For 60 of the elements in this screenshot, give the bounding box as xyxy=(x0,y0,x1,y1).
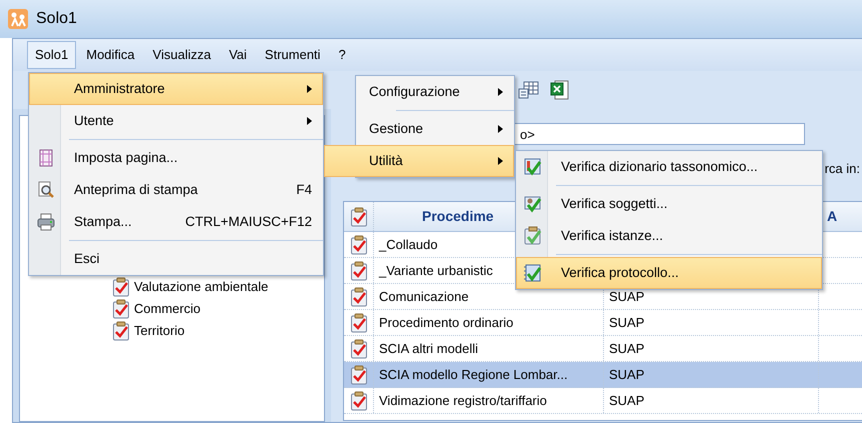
menu-item[interactable]: Amministratore xyxy=(29,73,323,105)
menu-item[interactable]: Verifica dizionario tassonomico... xyxy=(516,151,822,183)
clipboard-check-icon xyxy=(350,260,368,280)
table-cell-text: Procedimento ordinario xyxy=(379,314,514,332)
table-cell-text: SUAP xyxy=(609,314,644,332)
person-check-icon xyxy=(523,194,543,214)
table-cell-text: _Variante urbanistic xyxy=(379,262,493,280)
column-header[interactable]: Procedime xyxy=(422,206,494,227)
menu-item[interactable]: Utente xyxy=(29,105,323,137)
menu-item[interactable]: Verifica istanze... xyxy=(516,220,822,252)
page-setup-icon xyxy=(37,149,55,167)
table-export-icon xyxy=(518,80,540,100)
table-cell-text: SUAP xyxy=(609,392,644,410)
clipboard-check-icon xyxy=(350,234,368,254)
table-cell-text: Vidimazione registro/tariffario xyxy=(379,392,547,410)
table-cell-text: SUAP xyxy=(609,340,644,358)
spreadsheet-icon xyxy=(550,79,570,101)
clipboard-check-icon xyxy=(350,206,368,226)
print-preview-icon xyxy=(37,181,55,199)
tree-item[interactable]: Territorio xyxy=(134,321,185,341)
clipboard-check-icon xyxy=(523,226,543,246)
menu-item[interactable]: Strumenti xyxy=(256,41,328,69)
menu-item[interactable]: Configurazione xyxy=(356,76,514,108)
menu-item[interactable]: Verifica protocollo... xyxy=(516,257,822,289)
search-in-label: rca in: xyxy=(824,160,860,178)
clipboard-check-icon xyxy=(350,364,368,384)
notebook-check-icon xyxy=(523,263,543,283)
table-row[interactable]: Vidimazione registro/tariffario SUAP xyxy=(344,388,862,414)
menu-item[interactable]: Vai xyxy=(220,41,255,69)
table-row[interactable]: Procedimento ordinario SUAP xyxy=(344,310,862,336)
clipboard-check-icon xyxy=(350,390,368,410)
window-title: Solo1 xyxy=(36,9,77,29)
book-check-icon xyxy=(523,157,543,177)
column-header[interactable]: A xyxy=(827,208,838,224)
clipboard-check-icon xyxy=(350,312,368,332)
table-cell-text: SUAP xyxy=(609,366,644,384)
table-cell-text: SUAP xyxy=(609,288,644,306)
clipboard-check-icon xyxy=(112,299,130,319)
menu-item[interactable]: Visualizza xyxy=(144,41,219,69)
printer-icon xyxy=(37,213,55,231)
table-cell-text: _Collaudo xyxy=(379,236,438,254)
table-cell-text: Comunicazione xyxy=(379,288,469,306)
clipboard-check-icon xyxy=(350,286,368,306)
clipboard-check-icon xyxy=(112,321,130,341)
table-cell-text: SCIA modello Regione Lombar... xyxy=(379,366,568,384)
menu-item[interactable]: Imposta pagina... xyxy=(29,142,323,174)
menu-item[interactable]: Verifica soggetti... xyxy=(516,188,822,220)
menu-item[interactable]: Solo1 xyxy=(27,41,76,69)
table-row[interactable]: SCIA modello Regione Lombar... SUAP xyxy=(344,362,862,388)
menu-item[interactable]: Modifica xyxy=(78,41,143,69)
menu-item[interactable]: ? xyxy=(330,41,354,69)
table-cell-text: SCIA altri modelli xyxy=(379,340,478,358)
tree-item[interactable]: Commercio xyxy=(134,299,200,319)
clipboard-check-icon xyxy=(350,338,368,358)
menu-item[interactable]: Utilità xyxy=(324,145,514,177)
menu-item[interactable]: Esci xyxy=(29,243,323,275)
menu-item[interactable]: Stampa... CTRL+MAIUSC+F12 xyxy=(29,206,323,238)
menu-item[interactable]: Anteprima di stampa F4 xyxy=(29,174,323,206)
tree-item[interactable]: Valutazione ambientale xyxy=(134,277,268,297)
app-logo-icon xyxy=(8,9,28,29)
